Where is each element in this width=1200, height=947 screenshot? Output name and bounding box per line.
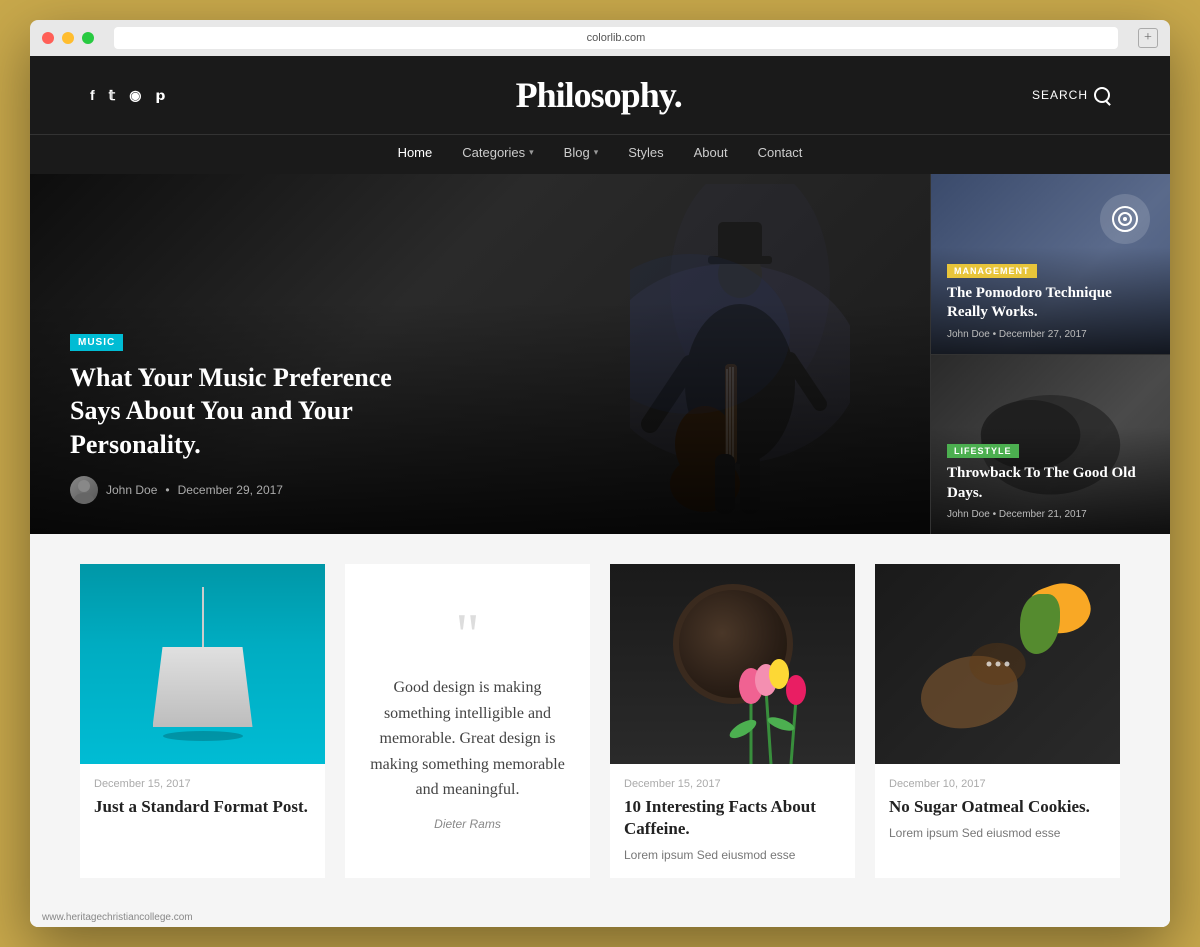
browser-window: colorlib.com + f 𝕥 ◉ 𝗽 Philosophy. SEARC… xyxy=(30,20,1170,927)
nav-blog[interactable]: Blog ▾ xyxy=(564,145,599,160)
sidebar-card-meta-2: John Doe • December 21, 2017 xyxy=(947,509,1154,520)
quote-mark: " xyxy=(455,611,480,659)
sidebar-card-overlay-1: MANAGEMENT The Pomodoro Technique Really… xyxy=(931,247,1170,354)
lifestyle-badge: LIFESTYLE xyxy=(947,444,1019,458)
instagram-icon[interactable]: ◉ xyxy=(129,87,141,104)
footer-url: www.heritagechristiancollege.com xyxy=(42,912,193,923)
blog-card-date-coffee: December 15, 2017 xyxy=(624,778,841,790)
lamp-cord xyxy=(202,587,204,647)
hero-date: December 29, 2017 xyxy=(178,483,283,497)
bottom-bar: www.heritagechristiancollege.com xyxy=(30,908,1170,927)
quote-card: " Good design is making something intell… xyxy=(345,564,590,878)
lamp-shadow xyxy=(163,731,243,741)
coffee-image xyxy=(610,564,855,764)
new-tab-button[interactable]: + xyxy=(1138,28,1158,48)
hero-author: John Doe xyxy=(106,483,157,497)
pinterest-icon[interactable]: 𝗽 xyxy=(155,87,165,104)
blog-card-excerpt-food: Lorem ipsum Sed eiusmod esse xyxy=(889,824,1106,842)
blog-card-content-lamp: December 15, 2017 Just a Standard Format… xyxy=(80,764,325,838)
hero-main-image[interactable]: MUSIC What Your Music Preference Says Ab… xyxy=(30,174,930,534)
blog-card-coffee[interactable]: December 15, 2017 10 Interesting Facts A… xyxy=(610,564,855,878)
tulip-image xyxy=(701,644,856,764)
browser-chrome: colorlib.com + xyxy=(30,20,1170,56)
management-badge: MANAGEMENT xyxy=(947,264,1037,278)
nav-contact[interactable]: Contact xyxy=(758,145,803,160)
lamp-shape xyxy=(153,587,253,741)
author-avatar xyxy=(70,476,98,504)
quote-author: Dieter Rams xyxy=(434,817,501,831)
search-button[interactable]: SEARCH xyxy=(1032,87,1110,103)
hero-meta: John Doe • December 29, 2017 xyxy=(70,476,890,504)
sidebar-card-lifestyle[interactable]: LIFESTYLE Throwback To The Good Old Days… xyxy=(930,354,1170,535)
nav-about[interactable]: About xyxy=(694,145,728,160)
camera-icon xyxy=(1100,194,1150,244)
hero-section: MUSIC What Your Music Preference Says Ab… xyxy=(30,174,1170,534)
hero-title: What Your Music Preference Says About Yo… xyxy=(70,361,430,462)
lamp-shade xyxy=(153,647,253,727)
blog-card-content-food: December 10, 2017 No Sugar Oatmeal Cooki… xyxy=(875,764,1120,856)
hero-dot: • xyxy=(165,483,169,497)
blog-card-date-lamp: December 15, 2017 xyxy=(94,778,311,790)
three-dots xyxy=(986,662,1009,667)
traffic-light-minimize[interactable] xyxy=(62,32,74,44)
twitter-icon[interactable]: 𝕥 xyxy=(109,87,116,104)
lamp-image xyxy=(80,564,325,764)
site-logo[interactable]: Philosophy. xyxy=(516,74,682,116)
blog-card-title-coffee: 10 Interesting Facts About Caffeine. xyxy=(624,796,841,840)
blog-card-title-food: No Sugar Oatmeal Cookies. xyxy=(889,796,1106,818)
blog-section: December 15, 2017 Just a Standard Format… xyxy=(30,534,1170,908)
sidebar-card-title-1: The Pomodoro Technique Really Works. xyxy=(947,284,1154,323)
blog-card-title-lamp: Just a Standard Format Post. xyxy=(94,796,311,818)
site-header: f 𝕥 ◉ 𝗽 Philosophy. SEARCH xyxy=(30,56,1170,134)
quote-text: Good design is making something intellig… xyxy=(369,675,566,803)
blog-card-food[interactable]: December 10, 2017 No Sugar Oatmeal Cooki… xyxy=(875,564,1120,878)
blog-card-date-food: December 10, 2017 xyxy=(889,778,1106,790)
chevron-down-icon: ▾ xyxy=(529,147,534,158)
sidebar-card-management[interactable]: MANAGEMENT The Pomodoro Technique Really… xyxy=(930,174,1170,354)
nav-categories[interactable]: Categories ▾ xyxy=(462,145,533,160)
blog-card-excerpt-coffee: Lorem ipsum Sed eiusmod esse xyxy=(624,846,841,864)
sidebar-card-meta-1: John Doe • December 27, 2017 xyxy=(947,329,1154,340)
hero-sidebar: MANAGEMENT The Pomodoro Technique Really… xyxy=(930,174,1170,534)
social-icons: f 𝕥 ◉ 𝗽 xyxy=(90,87,165,104)
facebook-icon[interactable]: f xyxy=(90,87,95,104)
nav-styles[interactable]: Styles xyxy=(628,145,663,160)
traffic-light-maximize[interactable] xyxy=(82,32,94,44)
blog-card-content-coffee: December 15, 2017 10 Interesting Facts A… xyxy=(610,764,855,878)
nav-home[interactable]: Home xyxy=(398,145,433,160)
site-content: f 𝕥 ◉ 𝗽 Philosophy. SEARCH Home Categori… xyxy=(30,56,1170,927)
search-icon xyxy=(1094,87,1110,103)
sidebar-card-title-2: Throwback To The Good Old Days. xyxy=(947,464,1154,503)
food-image xyxy=(875,564,1120,764)
chevron-down-icon: ▾ xyxy=(594,147,599,158)
sidebar-card-overlay-2: LIFESTYLE Throwback To The Good Old Days… xyxy=(931,427,1170,534)
blog-card-lamp[interactable]: December 15, 2017 Just a Standard Format… xyxy=(80,564,325,878)
music-badge[interactable]: MUSIC xyxy=(70,334,123,351)
url-bar[interactable]: colorlib.com xyxy=(114,27,1118,49)
search-label: SEARCH xyxy=(1032,88,1088,102)
traffic-light-close[interactable] xyxy=(42,32,54,44)
site-nav: Home Categories ▾ Blog ▾ Styles About Co… xyxy=(30,134,1170,174)
hero-overlay: MUSIC What Your Music Preference Says Ab… xyxy=(30,302,930,534)
url-text: colorlib.com xyxy=(587,32,646,44)
